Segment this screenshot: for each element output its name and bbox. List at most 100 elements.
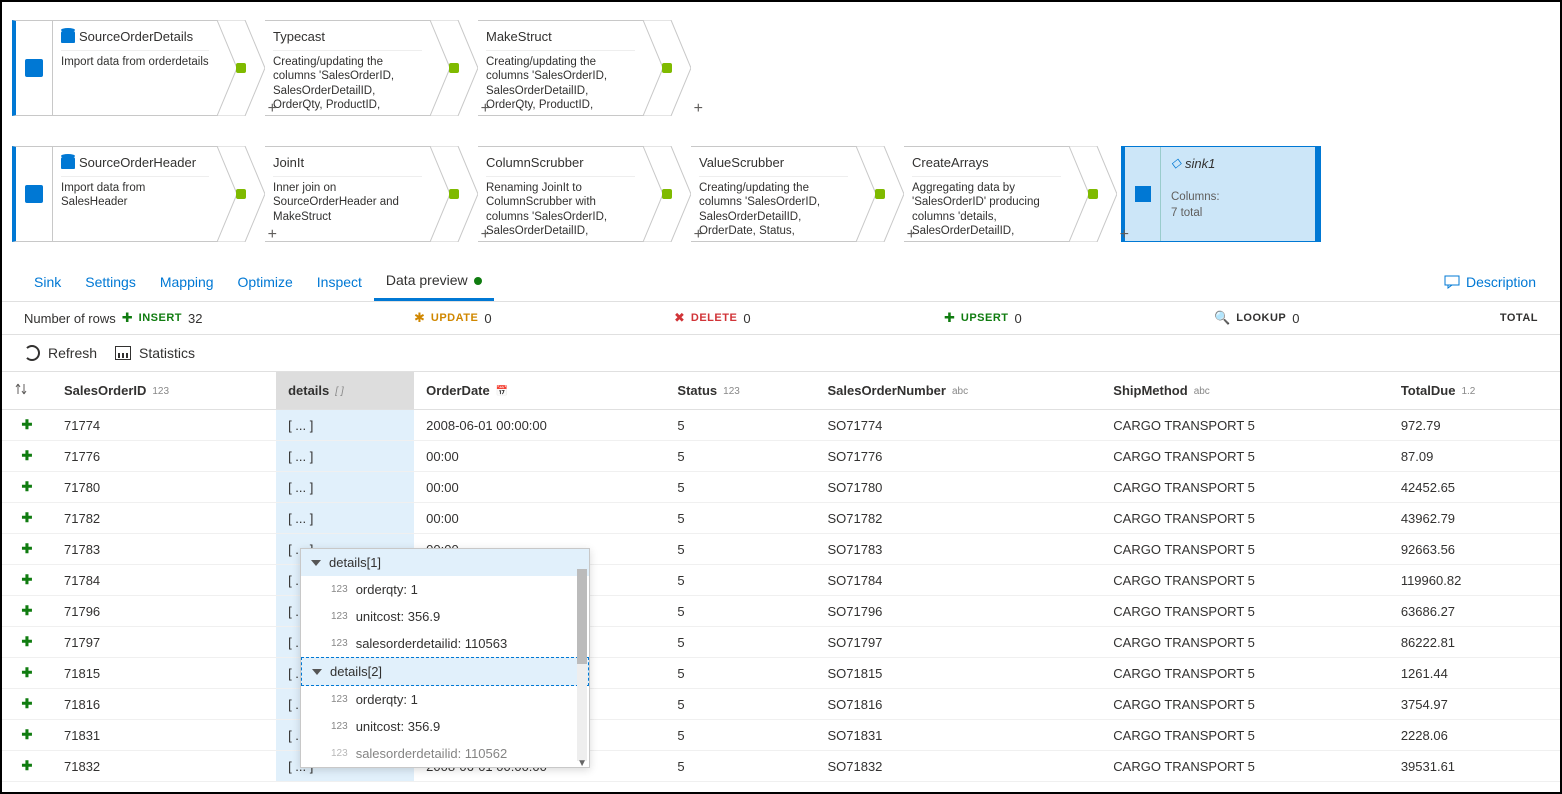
cell-totaldue: 39531.61 (1389, 751, 1560, 782)
node-title: JoinIt (273, 155, 304, 170)
lookup-icon: 🔍 (1214, 310, 1230, 326)
cell-totaldue: 86222.81 (1389, 627, 1560, 658)
col-salesordernumber[interactable]: SalesOrderNumberabc (815, 372, 1101, 410)
statistics-button[interactable]: Statistics (115, 345, 195, 361)
add-step-button[interactable]: + (268, 226, 277, 244)
table-row[interactable]: ✚71780[ ... ]00:005SO71780CARGO TRANSPOR… (2, 472, 1560, 503)
cell-salesorderid: 71783 (52, 534, 276, 565)
cell-salesordernumber: SO71815 (815, 658, 1101, 689)
flow-node[interactable]: SourceOrderHeader Import data from SalesH… (52, 146, 217, 242)
update-label: UPDATE (431, 312, 478, 324)
flow-connector: + (643, 20, 691, 116)
flow-node[interactable]: MakeStructCreating/updating the columns … (478, 20, 643, 116)
row-stats-bar: Number of rows ✚ INSERT 32 ✱ UPDATE 0 ✖ … (2, 302, 1560, 335)
row-insert-icon: ✚ (2, 503, 52, 534)
col-details[interactable]: details[ ] (276, 372, 414, 410)
cell-salesordernumber: SO71776 (815, 441, 1101, 472)
cell-salesordernumber: SO71796 (815, 596, 1101, 627)
cell-totaldue: 87.09 (1389, 441, 1560, 472)
tab-sink[interactable]: Sink (22, 264, 73, 300)
upsert-icon: ✚ (944, 310, 955, 326)
tab-inspect[interactable]: Inspect (305, 264, 374, 300)
transform-icon (873, 187, 887, 201)
flow-node[interactable]: TypecastCreating/updating the columns 'S… (265, 20, 430, 116)
flow-node[interactable]: JoinItInner join on SourceOrderHeader an… (265, 146, 430, 242)
add-step-button[interactable]: + (1120, 226, 1129, 244)
col-salesorderid[interactable]: SalesOrderID123 (52, 372, 276, 410)
flow-node[interactable]: SourceOrderDetailsImport data from order… (52, 20, 217, 116)
row-insert-icon: ✚ (2, 720, 52, 751)
cell-shipmethod: CARGO TRANSPORT 5 (1101, 503, 1389, 534)
describe-button[interactable]: Description (1440, 264, 1540, 300)
cell-details[interactable]: [ ... ] (276, 410, 414, 441)
add-step-button[interactable]: + (907, 226, 916, 244)
source-handle[interactable] (12, 20, 52, 116)
add-step-button[interactable]: + (481, 100, 490, 118)
sort-column-header[interactable] (2, 372, 52, 410)
tab-settings[interactable]: Settings (73, 264, 148, 300)
table-row[interactable]: ✚71774[ ... ]2008-06-01 00:00:005SO71774… (2, 410, 1560, 441)
details-item-1[interactable]: details[1] (301, 549, 589, 576)
table-row[interactable]: ✚71797[ ... ]2008-06-01 00:00:005SO71797… (2, 627, 1560, 658)
status-dot-icon (474, 277, 482, 285)
node-description: Creating/updating the columns 'SalesOrde… (699, 176, 848, 237)
table-row[interactable]: ✚71783[ ... ]00:005SO71783CARGO TRANSPOR… (2, 534, 1560, 565)
table-row[interactable]: ✚71831[ ... ]2008-06-01 00:00:005SO71831… (2, 720, 1560, 751)
cell-details[interactable]: [ ... ] (276, 441, 414, 472)
cell-salesordernumber: SO71782 (815, 503, 1101, 534)
cell-salesorderid: 71780 (52, 472, 276, 503)
chevron-down-icon[interactable]: ▼ (577, 758, 587, 769)
data-flow-canvas[interactable]: SourceOrderDetailsImport data from order… (2, 2, 1560, 262)
node-title: SourceOrderHeader (79, 155, 196, 170)
table-row[interactable]: ✚71816[ ... ]2008-06-01 00:00:005SO71816… (2, 689, 1560, 720)
col-orderdate[interactable]: OrderDate📅 (414, 372, 665, 410)
flow-connector: + (643, 146, 691, 242)
popover-scrollbar[interactable] (577, 569, 587, 761)
database-icon (61, 31, 75, 43)
cell-totaldue: 1261.44 (1389, 658, 1560, 689)
add-step-button[interactable]: + (268, 100, 277, 118)
node-description: Import data from SalesHeader (61, 176, 209, 237)
field-salesorderdetailid: 123salesorderdetailid: 110562 (301, 740, 589, 767)
add-step-button[interactable]: + (694, 226, 703, 244)
col-shipmethod[interactable]: ShipMethodabc (1101, 372, 1389, 410)
row-insert-icon: ✚ (2, 565, 52, 596)
table-row[interactable]: ✚71784[ ... ]00:005SO71784CARGO TRANSPOR… (2, 565, 1560, 596)
source-handle[interactable] (12, 146, 52, 242)
cell-details[interactable]: [ ... ] (276, 503, 414, 534)
table-row[interactable]: ✚71832[ ... ]2008-06-01 00:00:005SO71832… (2, 751, 1560, 782)
cell-shipmethod: CARGO TRANSPORT 5 (1101, 627, 1389, 658)
cell-salesorderid: 71774 (52, 410, 276, 441)
tab-optimize[interactable]: Optimize (226, 264, 305, 300)
field-unitcost: 123unitcost: 356.9 (301, 603, 589, 630)
flow-node[interactable]: CreateArraysAggregating data by 'SalesOr… (904, 146, 1069, 242)
refresh-button[interactable]: Refresh (24, 345, 97, 361)
cell-salesorderid: 71815 (52, 658, 276, 689)
flow-node[interactable]: ColumnScrubberRenaming JoinIt to ColumnS… (478, 146, 643, 242)
flow-node[interactable]: ValueScrubberCreating/updating the colum… (691, 146, 856, 242)
delete-value: 0 (743, 311, 750, 326)
cell-totaldue: 2228.06 (1389, 720, 1560, 751)
table-row[interactable]: ✚71782[ ... ]00:005SO71782CARGO TRANSPOR… (2, 503, 1560, 534)
cell-details[interactable]: [ ... ] (276, 472, 414, 503)
cell-shipmethod: CARGO TRANSPORT 5 (1101, 751, 1389, 782)
cell-salesorderid: 71816 (52, 689, 276, 720)
row-insert-icon: ✚ (2, 534, 52, 565)
table-row[interactable]: ✚71776[ ... ]00:005SO71776CARGO TRANSPOR… (2, 441, 1560, 472)
table-row[interactable]: ✚71796[ ... ]00:005SO71796CARGO TRANSPOR… (2, 596, 1560, 627)
cell-totaldue: 3754.97 (1389, 689, 1560, 720)
tab-mapping[interactable]: Mapping (148, 264, 226, 300)
cell-status: 5 (665, 410, 815, 441)
table-row[interactable]: ✚71815[ ... ]2008-06-01 00:00:005SO71815… (2, 658, 1560, 689)
rows-label: Number of rows (24, 311, 116, 326)
add-step-button[interactable]: + (481, 226, 490, 244)
col-status[interactable]: Status123 (665, 372, 815, 410)
add-step-button[interactable]: + (694, 100, 703, 118)
col-totaldue[interactable]: TotalDue1.2 (1389, 372, 1560, 410)
cell-status: 5 (665, 534, 815, 565)
sink-node[interactable]: ◇sink1 Columns: 7 total (1121, 146, 1321, 242)
cell-totaldue: 42452.65 (1389, 472, 1560, 503)
details-item-2[interactable]: details[2] (301, 657, 589, 686)
tab-data-preview[interactable]: Data preview (374, 262, 494, 301)
transform-icon (234, 61, 248, 75)
